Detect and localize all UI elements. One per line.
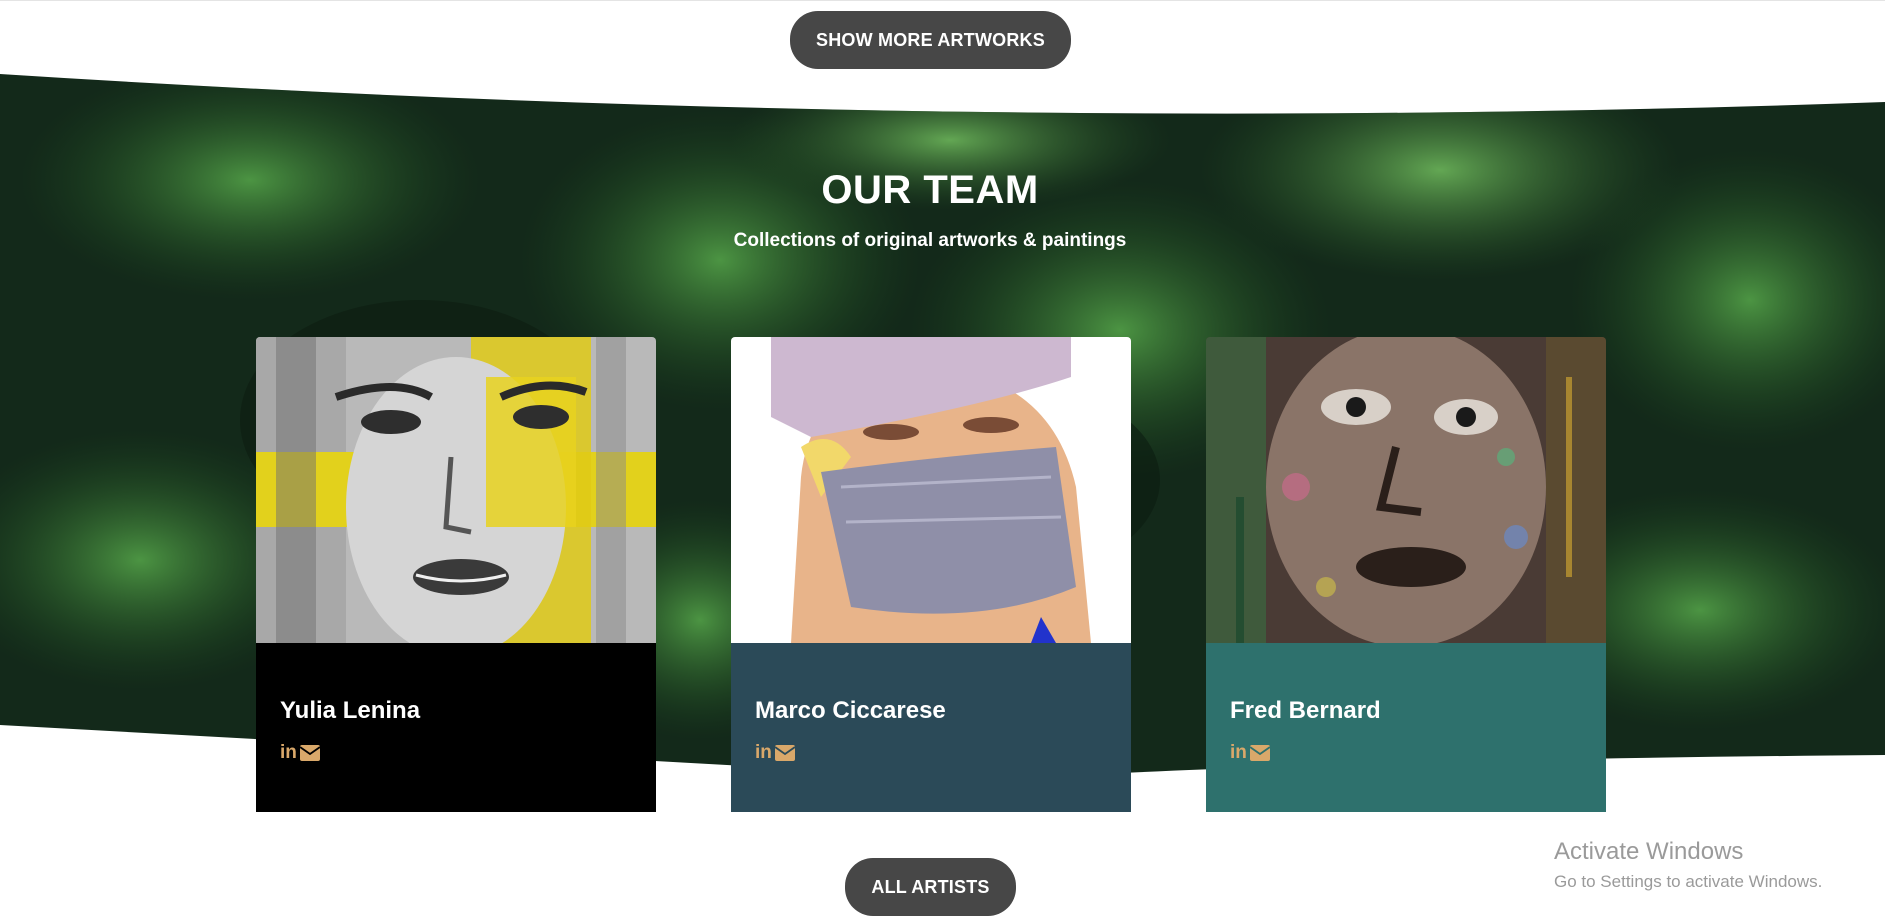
artist-socials: in	[1230, 743, 1270, 763]
artist-name: Yulia Lenina	[280, 697, 421, 724]
artist-socials: in	[280, 743, 320, 763]
mail-icon[interactable]	[774, 745, 795, 761]
mail-icon[interactable]	[1249, 745, 1270, 761]
linkedin-icon[interactable]: in	[280, 743, 297, 763]
artist-portrait-image	[1206, 337, 1606, 643]
artist-name: Marco Ciccarese	[755, 697, 946, 724]
section-subtitle: Collections of original artworks & paint…	[733, 230, 1127, 251]
artist-socials: in	[755, 743, 795, 763]
artist-card-marco-ciccarese[interactable]: Marco Ciccarese in	[731, 337, 1131, 812]
artist-card-yulia-lenina[interactable]: Yulia Lenina in	[256, 337, 656, 812]
artist-card-fred-bernard[interactable]: Fred Bernard in	[1206, 337, 1606, 812]
team-section-page: SHOW MORE ARTWORKS OUR TEAM Collections …	[0, 0, 1885, 916]
mail-icon[interactable]	[299, 745, 320, 761]
watermark-subtitle: Go to Settings to activate Windows.	[1554, 872, 1823, 891]
linkedin-icon[interactable]: in	[755, 743, 772, 763]
all-artists-button[interactable]: ALL ARTISTS	[845, 858, 1016, 916]
artist-info-panel	[731, 643, 1131, 812]
section-title: OUR TEAM	[821, 168, 1039, 212]
artist-portrait-image	[256, 337, 656, 643]
linkedin-icon[interactable]: in	[1230, 743, 1247, 763]
artist-info-panel	[1206, 643, 1606, 812]
activate-windows-watermark: Activate Windows Go to Settings to activ…	[1554, 838, 1822, 892]
artist-name: Fred Bernard	[1230, 697, 1381, 724]
artist-info-panel	[256, 643, 656, 812]
artist-portrait-image	[731, 337, 1131, 643]
watermark-title: Activate Windows	[1554, 838, 1744, 865]
show-more-artworks-button[interactable]: SHOW MORE ARTWORKS	[790, 11, 1071, 69]
